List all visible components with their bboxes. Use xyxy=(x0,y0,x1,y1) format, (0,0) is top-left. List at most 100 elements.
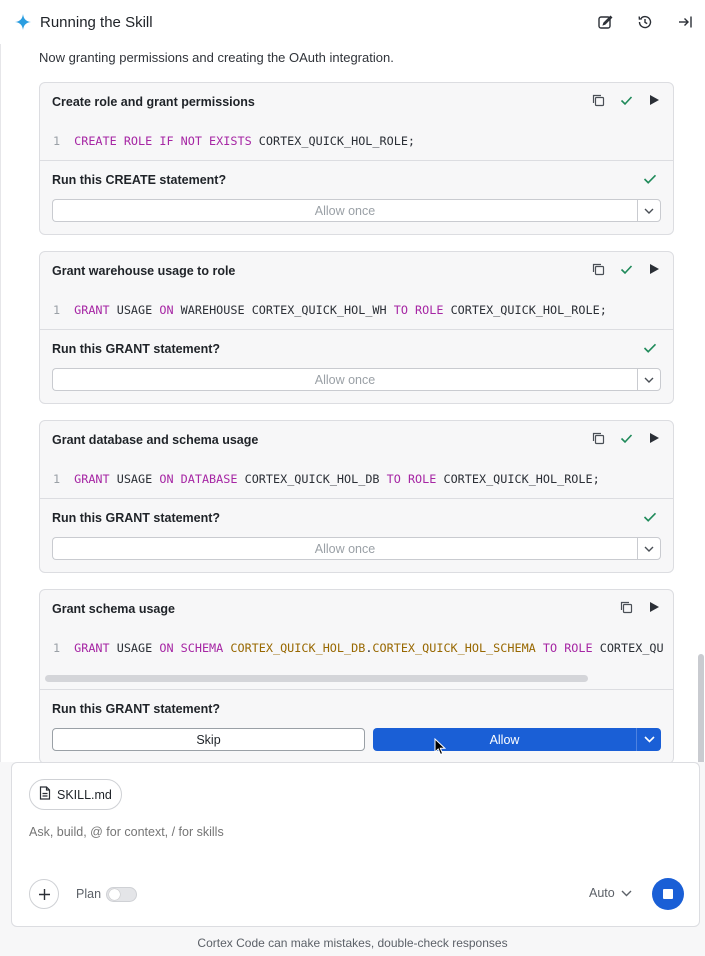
code-token: CORTEX_QU xyxy=(592,641,664,655)
check-icon xyxy=(643,341,657,355)
assistant-message: Now granting permissions and creating th… xyxy=(39,50,394,65)
code-token: CORTEX_QUICK_HOL_ROLE; xyxy=(443,302,607,317)
code-line: 1 GRANT USAGE ON SCHEMA CORTEX_QUICK_HOL… xyxy=(40,628,673,668)
chevron-down-icon xyxy=(644,377,654,383)
allow-options-dropdown[interactable] xyxy=(637,199,661,222)
allow-options-dropdown[interactable] xyxy=(636,728,661,751)
permission-prompt: Run this GRANT statement? Allow once xyxy=(40,330,673,391)
sql-card-grant-warehouse: Grant warehouse usage to role 1 GRANT US… xyxy=(39,251,674,404)
sql-card-create-role: Create role and grant permissions 1 CREA… xyxy=(39,82,674,235)
check-icon xyxy=(643,172,657,186)
code-token: ON DATABASE xyxy=(159,471,238,486)
allow-once-button[interactable]: Allow once xyxy=(52,368,637,391)
code-token: TO ROLE xyxy=(393,302,444,317)
stop-button[interactable] xyxy=(652,878,684,910)
code-line: 1 GRANT USAGE ON DATABASE CORTEX_QUICK_H… xyxy=(40,459,673,499)
code-token: GRANT xyxy=(74,302,110,317)
toggle-knob xyxy=(109,889,120,900)
code-token: ON xyxy=(159,302,174,317)
allow-options-dropdown[interactable] xyxy=(637,368,661,391)
run-icon[interactable] xyxy=(647,600,661,614)
chevron-down-icon xyxy=(644,208,654,214)
add-context-button[interactable] xyxy=(29,879,59,909)
code-token: USAGE xyxy=(109,471,160,486)
check-icon xyxy=(619,93,633,107)
line-number: 1 xyxy=(53,302,61,317)
prompt-question: Run this GRANT statement? xyxy=(52,702,221,716)
run-icon[interactable] xyxy=(647,262,661,276)
code-token: TO ROLE xyxy=(386,471,437,486)
plan-label: Plan xyxy=(76,887,102,901)
copy-icon[interactable] xyxy=(591,262,605,276)
mode-selector[interactable]: Auto xyxy=(589,886,632,900)
line-number: 1 xyxy=(53,133,61,148)
copy-icon[interactable] xyxy=(619,600,633,614)
code-text: GRANT USAGE ON SCHEMA CORTEX_QUICK_HOL_D… xyxy=(74,641,664,655)
permission-prompt: Run this GRANT statement? Skip Allow xyxy=(40,690,673,751)
plus-icon xyxy=(38,888,50,900)
run-icon[interactable] xyxy=(647,431,661,445)
copy-icon[interactable] xyxy=(591,93,605,107)
code-token: CORTEX_QUICK_HOL_ROLE; xyxy=(436,471,600,486)
code-text: GRANT USAGE ON WAREHOUSE CORTEX_QUICK_HO… xyxy=(74,303,607,317)
code-text: CREATE ROLE IF NOT EXISTS CORTEX_QUICK_H… xyxy=(74,134,415,148)
collapse-panel-icon[interactable] xyxy=(675,12,695,32)
check-icon xyxy=(619,431,633,445)
disclaimer-text: Cortex Code can make mistakes, double-ch… xyxy=(197,936,508,950)
chevron-down-icon xyxy=(644,546,654,552)
plan-toggle[interactable] xyxy=(106,887,137,902)
prompt-question: Run this GRANT statement? xyxy=(52,342,221,356)
code-token: CORTEX_QUICK_HOL_DB xyxy=(223,641,366,655)
check-icon xyxy=(643,510,657,524)
code-token: TO ROLE xyxy=(542,641,593,655)
card-title: Grant schema usage xyxy=(52,602,175,616)
code-line: 1 GRANT USAGE ON WAREHOUSE CORTEX_QUICK_… xyxy=(40,290,673,330)
allow-options-dropdown[interactable] xyxy=(637,537,661,560)
code-token: CORTEX_QUICK_HOL_DB xyxy=(237,471,387,486)
code-horizontal-scrollbar[interactable] xyxy=(40,668,673,690)
line-number: 1 xyxy=(53,471,61,486)
card-title: Grant warehouse usage to role xyxy=(52,264,236,278)
allow-once-button[interactable]: Allow once xyxy=(52,537,637,560)
code-token: CORTEX_QUICK_HOL_SCHEMA xyxy=(372,641,536,655)
chevron-down-icon xyxy=(643,736,655,743)
skip-button[interactable]: Skip xyxy=(52,728,365,751)
allow-once-button[interactable]: Allow once xyxy=(52,199,637,222)
run-icon[interactable] xyxy=(647,93,661,107)
copy-icon[interactable] xyxy=(591,431,605,445)
file-icon xyxy=(39,786,51,803)
card-title: Create role and grant permissions xyxy=(52,95,255,109)
code-token: USAGE xyxy=(109,302,160,317)
history-icon[interactable] xyxy=(635,12,655,32)
mode-label: Auto xyxy=(589,886,615,900)
edit-icon[interactable] xyxy=(595,12,615,32)
code-token: GRANT xyxy=(74,471,110,486)
line-number: 1 xyxy=(53,641,61,655)
message-input[interactable] xyxy=(29,825,669,839)
prompt-question: Run this CREATE statement? xyxy=(52,173,227,187)
code-token: ON SCHEMA xyxy=(159,641,224,655)
card-title: Grant database and schema usage xyxy=(52,433,259,447)
composer: SKILL.md Plan Auto xyxy=(11,762,700,927)
chevron-down-icon xyxy=(621,890,632,896)
vertical-scrollbar[interactable] xyxy=(698,654,704,762)
permission-prompt: Run this GRANT statement? Allow once xyxy=(40,499,673,560)
code-token: CORTEX_QUICK_HOL_ROLE; xyxy=(251,133,416,148)
scrollbar-thumb[interactable] xyxy=(45,675,588,682)
code-line: 1 CREATE ROLE IF NOT EXISTS CORTEX_QUICK… xyxy=(40,121,673,161)
stop-icon xyxy=(663,889,673,899)
top-bar: Running the Skill xyxy=(0,0,705,44)
code-token: GRANT xyxy=(74,641,110,655)
code-text: GRANT USAGE ON DATABASE CORTEX_QUICK_HOL… xyxy=(74,472,600,486)
prompt-question: Run this GRANT statement? xyxy=(52,511,221,525)
code-token: WAREHOUSE CORTEX_QUICK_HOL_WH xyxy=(173,302,394,317)
check-icon xyxy=(619,262,633,276)
sql-card-grant-database: Grant database and schema usage 1 GRANT … xyxy=(39,420,674,573)
attachment-chip[interactable]: SKILL.md xyxy=(29,779,122,810)
permission-prompt: Run this CREATE statement? Allow once xyxy=(40,161,673,222)
conversation-scroll-area[interactable]: Now granting permissions and creating th… xyxy=(0,44,705,762)
allow-button[interactable]: Allow xyxy=(373,728,636,751)
sparkle-icon xyxy=(14,13,32,31)
panel-title: Running the Skill xyxy=(40,13,153,31)
